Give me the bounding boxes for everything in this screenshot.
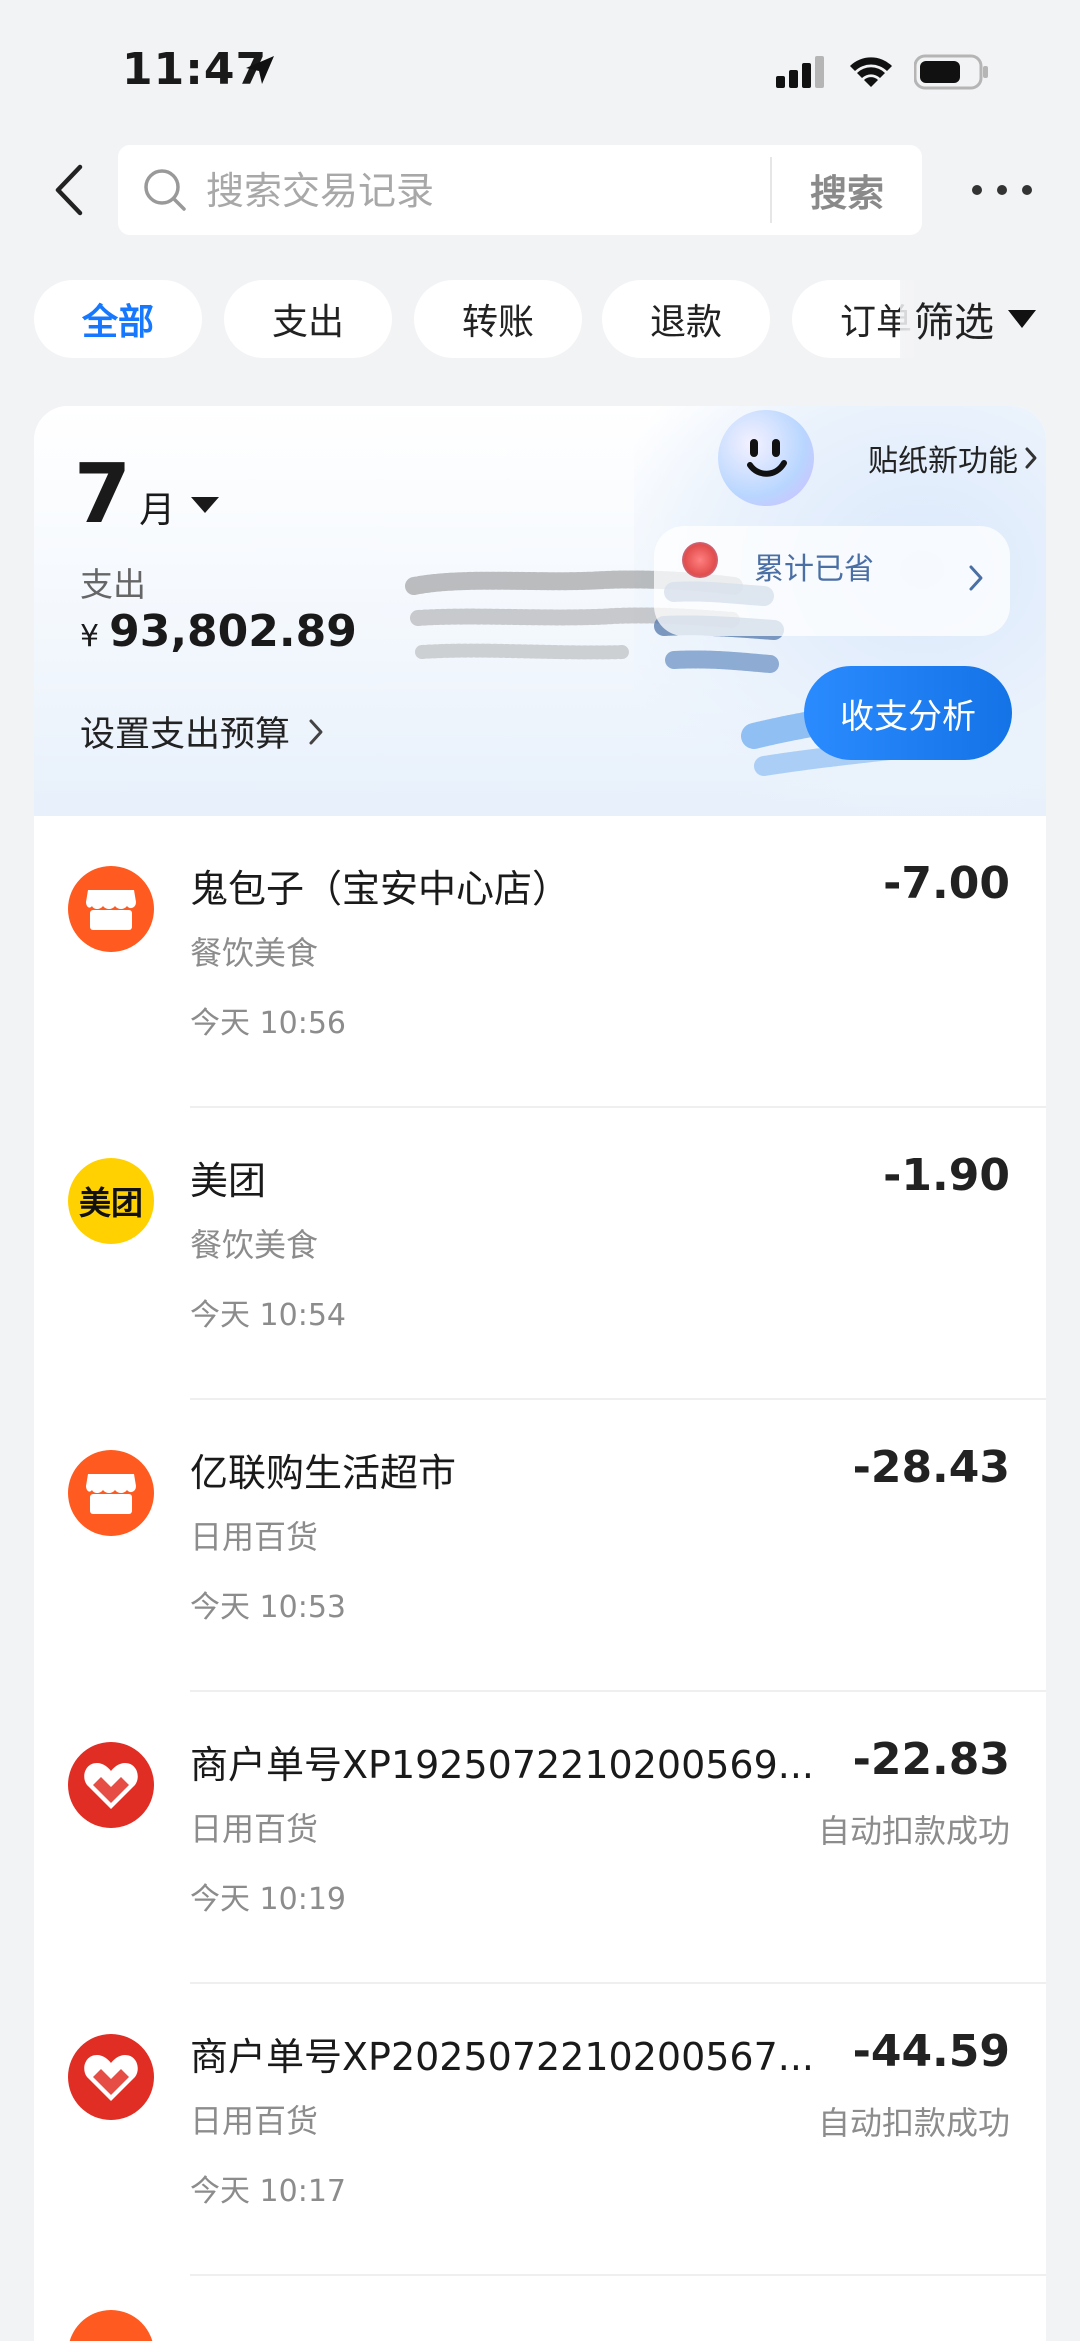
month-number: 7 bbox=[74, 447, 132, 542]
merchant-name: 商户单号XP2025072210200567... bbox=[190, 2035, 815, 2079]
expense-amount: 93,802.89 bbox=[109, 606, 357, 657]
transaction-status: 自动扣款成功 bbox=[817, 1812, 1010, 1850]
transaction-time: 今天 10:19 bbox=[190, 1882, 346, 1917]
store-icon bbox=[68, 2310, 154, 2341]
chip-all[interactable]: 全部 bbox=[34, 280, 202, 358]
month-selector[interactable]: 7 月 bbox=[74, 447, 220, 542]
search-box[interactable]: 搜索 bbox=[118, 145, 922, 235]
chip-refund[interactable]: 退款 bbox=[602, 280, 770, 358]
monthly-summary: 7 月 支出 ¥ 93,802.89 设置支出预算 累计已省 贴纸新功能 收支分… bbox=[34, 406, 1046, 816]
transactions-card: 7 月 支出 ¥ 93,802.89 设置支出预算 累计已省 贴纸新功能 收支分… bbox=[34, 406, 1046, 2341]
transaction-amount: -1.90 bbox=[883, 1150, 1010, 1201]
store-icon bbox=[68, 866, 154, 952]
transaction-category: 日用百货 bbox=[190, 2102, 319, 2140]
transaction-category: 餐饮美食 bbox=[190, 934, 319, 972]
merchant-name: 亿联购生活超市 bbox=[190, 1451, 457, 1495]
signal-icon bbox=[776, 56, 824, 88]
pinduoduo-logo bbox=[68, 2034, 154, 2120]
set-budget-link[interactable]: 设置支出预算 bbox=[80, 706, 324, 757]
transaction-time: 今天 10:53 bbox=[190, 1590, 346, 1625]
dot-icon bbox=[972, 185, 982, 195]
expense-label: 支出 bbox=[80, 565, 146, 604]
transaction-time: 今天 10:54 bbox=[190, 1298, 346, 1333]
more-options-button[interactable] bbox=[972, 170, 1032, 210]
income-expense-analysis-button[interactable]: 收支分析 bbox=[804, 666, 1012, 760]
transaction-category: 餐饮美食 bbox=[190, 1226, 319, 1264]
transaction-status: 自动扣款成功 bbox=[817, 2104, 1010, 2142]
back-button[interactable] bbox=[44, 160, 94, 220]
wifi-icon bbox=[850, 57, 892, 87]
transaction-row[interactable]: 美团 美团 餐饮美食 今天 10:54 -1.90 bbox=[34, 1108, 1046, 1400]
transaction-category: 日用百货 bbox=[190, 1518, 319, 1556]
savings-icon bbox=[682, 542, 718, 578]
transaction-row[interactable] bbox=[34, 2276, 1046, 2341]
dot-icon bbox=[997, 185, 1007, 195]
expense-total: ¥ 93,802.89 bbox=[80, 606, 357, 657]
savings-label: 累计已省 bbox=[754, 552, 874, 587]
transaction-amount: -7.00 bbox=[883, 858, 1010, 909]
transaction-amount: -28.43 bbox=[852, 1442, 1010, 1493]
filter-label: 筛选 bbox=[914, 300, 994, 346]
search-button[interactable]: 搜索 bbox=[772, 145, 922, 235]
chevron-right-icon bbox=[969, 565, 983, 591]
chevron-right-icon bbox=[1025, 447, 1037, 469]
transaction-time: 今天 10:56 bbox=[190, 1006, 346, 1041]
transaction-amount: -44.59 bbox=[852, 2026, 1010, 2077]
search-input[interactable] bbox=[204, 161, 768, 221]
battery-icon bbox=[914, 54, 988, 90]
transaction-category: 日用百货 bbox=[190, 1810, 319, 1848]
chip-transfer[interactable]: 转账 bbox=[414, 280, 582, 358]
caret-down-icon bbox=[191, 497, 220, 513]
transaction-time: 今天 10:17 bbox=[190, 2174, 346, 2209]
merchant-name: 鬼包子（宝安中心店） bbox=[190, 867, 571, 911]
chevron-right-icon bbox=[309, 719, 323, 744]
month-unit: 月 bbox=[139, 490, 176, 531]
meituan-logo: 美团 bbox=[68, 1158, 154, 1244]
filter-chips: 全部 支出 转账 退款 订单 bbox=[34, 280, 914, 360]
merchant-name: 商户单号XP1925072210200569... bbox=[190, 1743, 815, 1787]
location-arrow-icon bbox=[244, 54, 276, 90]
caret-down-icon bbox=[1008, 310, 1036, 328]
status-bar: 11:47 bbox=[0, 0, 1080, 140]
budget-link-label: 设置支出预算 bbox=[80, 715, 291, 755]
pinduoduo-logo bbox=[68, 1742, 154, 1828]
transaction-row[interactable]: 商户单号XP2025072210200567... 日用百货 今天 10:17 … bbox=[34, 1984, 1046, 2276]
sticker-feature-label: 贴纸新功能 bbox=[868, 444, 1018, 479]
sticker-feature-badge[interactable]: 贴纸新功能 bbox=[718, 406, 1046, 506]
transaction-row[interactable]: 商户单号XP1925072210200569... 日用百货 今天 10:19 … bbox=[34, 1692, 1046, 1984]
currency-symbol: ¥ bbox=[80, 619, 100, 654]
transaction-row[interactable]: 亿联购生活超市 日用百货 今天 10:53 -28.43 bbox=[34, 1400, 1046, 1692]
transaction-amount: -22.83 bbox=[852, 1734, 1010, 1785]
dot-icon bbox=[1022, 185, 1032, 195]
search-icon bbox=[144, 169, 186, 211]
transaction-row[interactable]: 鬼包子（宝安中心店） 餐饮美食 今天 10:56 -7.00 bbox=[34, 816, 1046, 1108]
chip-expense[interactable]: 支出 bbox=[224, 280, 392, 358]
merchant-name: 美团 bbox=[190, 1159, 267, 1203]
status-indicators bbox=[776, 54, 990, 90]
filter-button[interactable]: 筛选 bbox=[900, 280, 1080, 358]
chevron-left-icon bbox=[55, 164, 83, 216]
sticker-mascot-icon bbox=[718, 410, 814, 506]
sticker-feature-text: 贴纸新功能 bbox=[868, 436, 1038, 480]
meituan-logo-text: 美团 bbox=[78, 1184, 143, 1222]
chip-order[interactable]: 订单 bbox=[792, 280, 914, 358]
store-icon bbox=[68, 1450, 154, 1536]
